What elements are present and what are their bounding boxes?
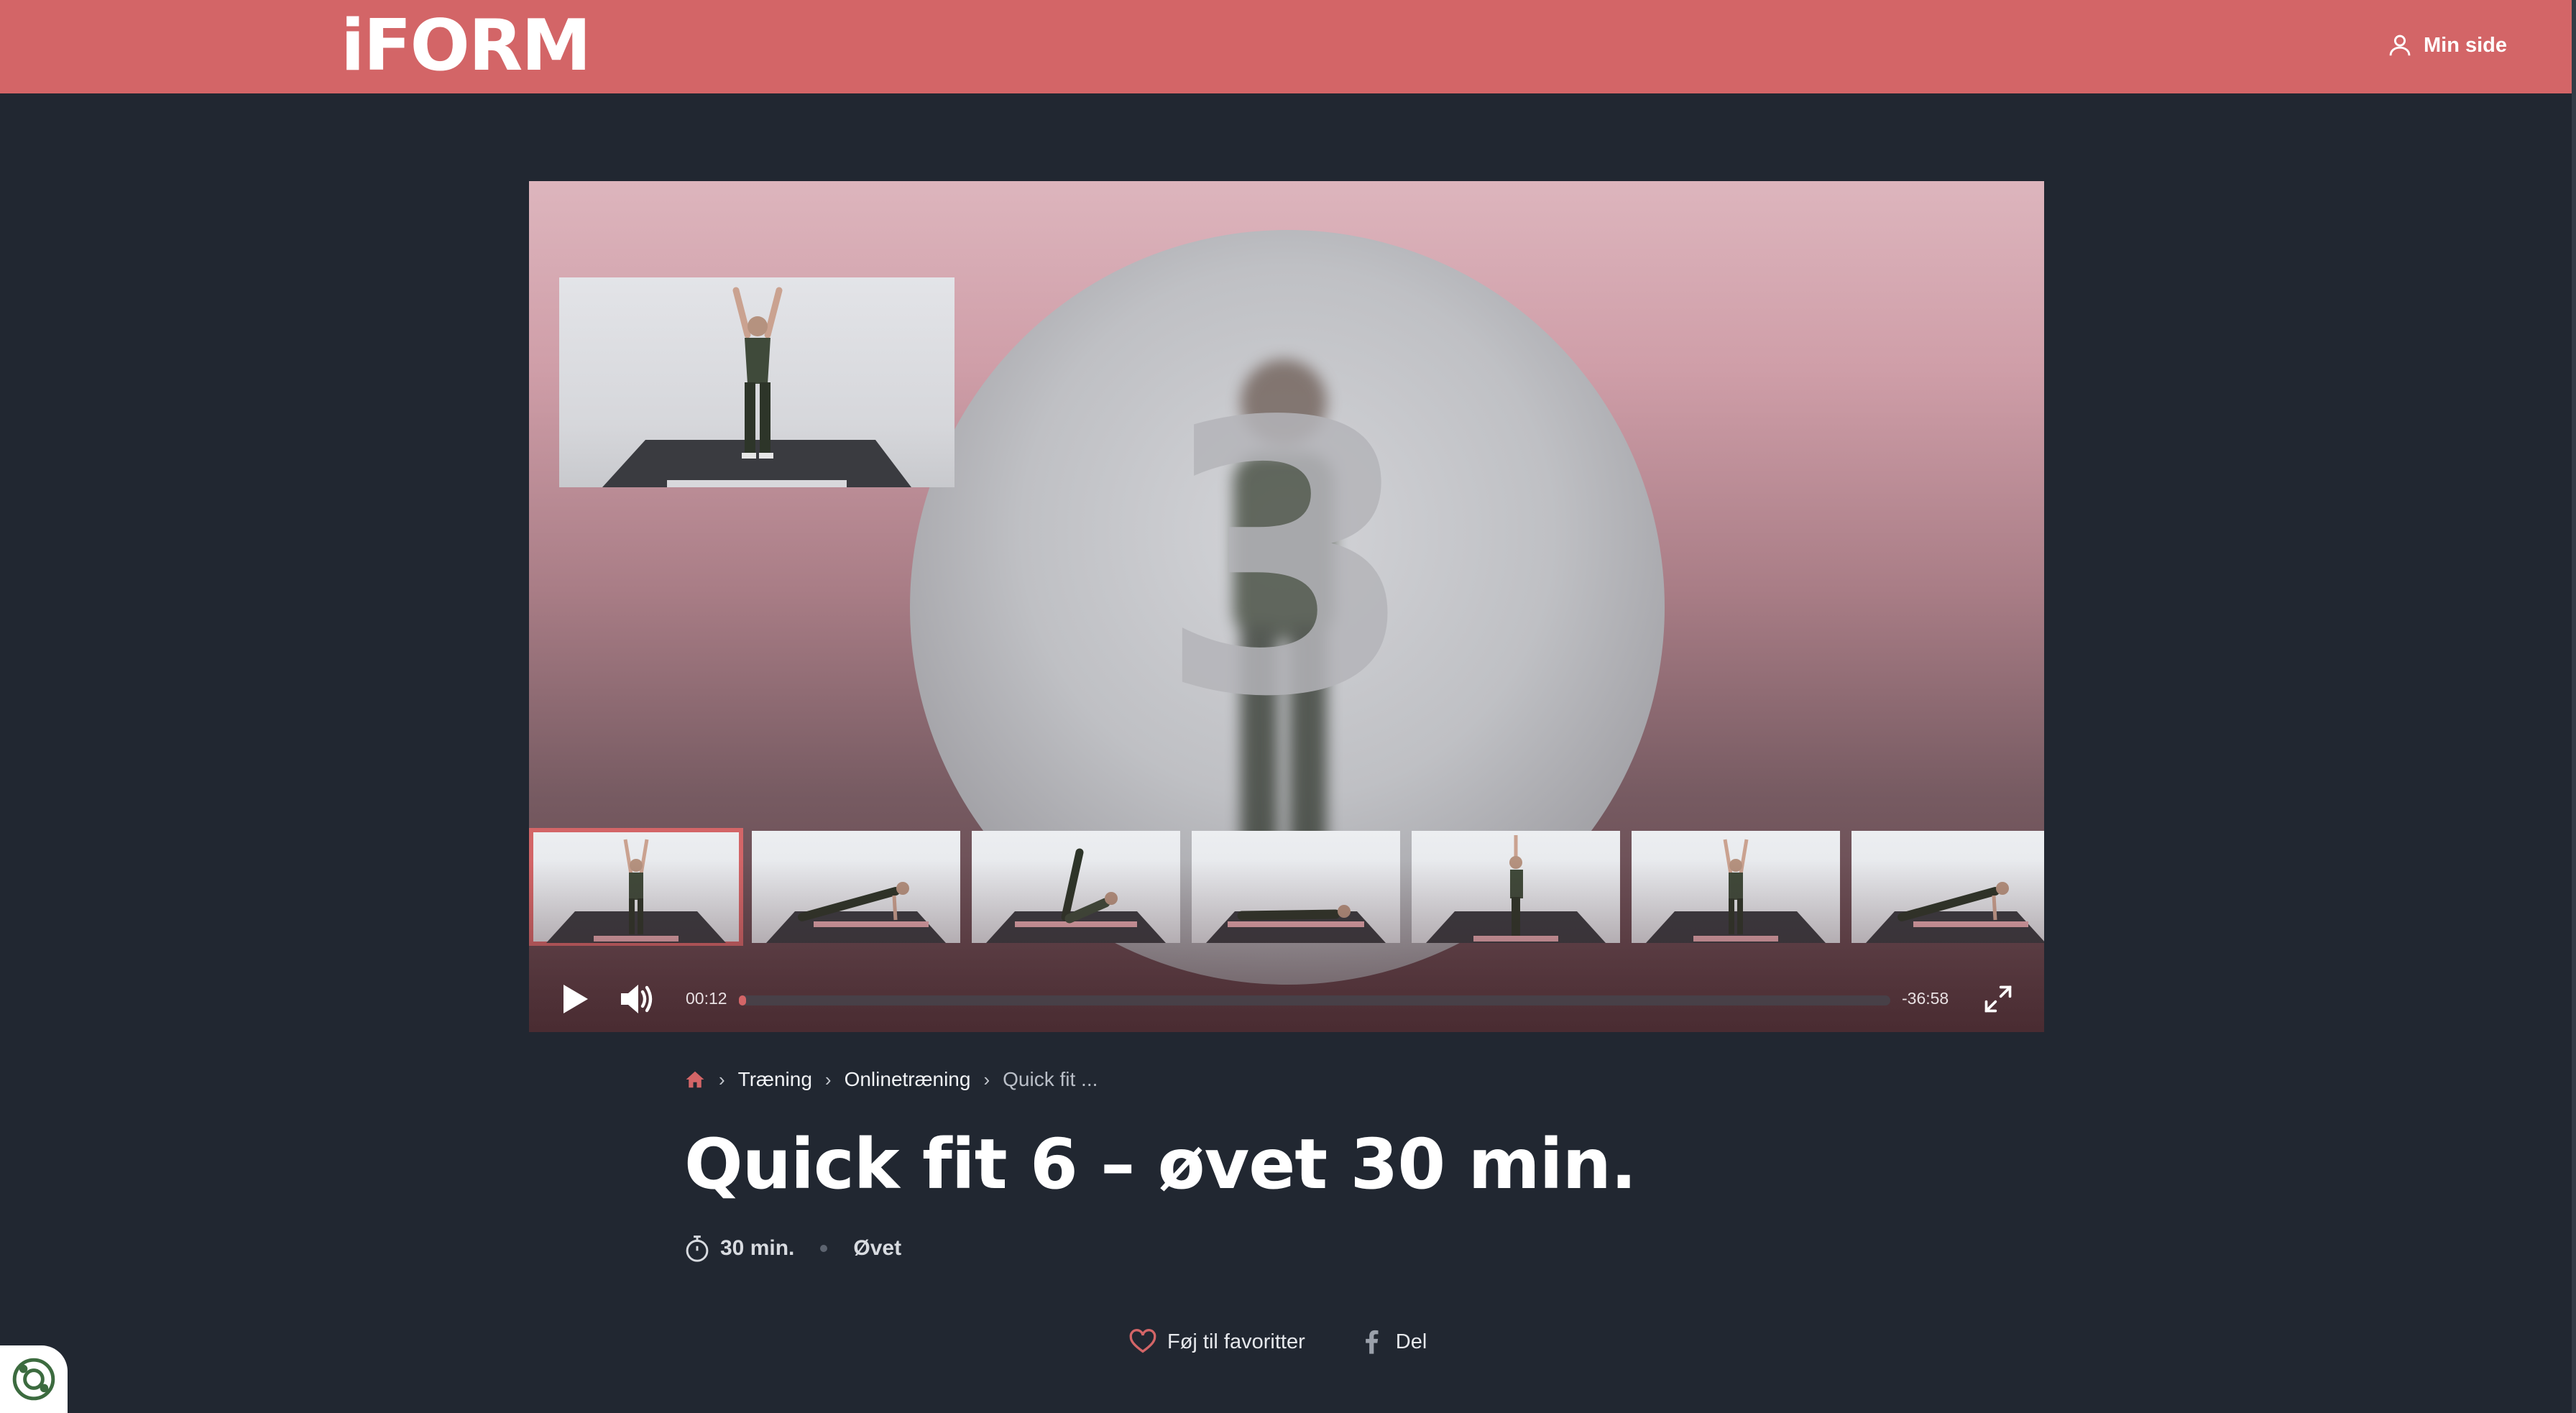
heart-icon [1129,1329,1156,1353]
iform-logo[interactable]: iFORM [341,10,592,82]
thumbnail-5[interactable] [1412,831,1620,943]
user-icon [2389,34,2411,56]
workout-meta: 30 min. Øvet [684,1230,901,1266]
meta-separator-dot [820,1245,828,1252]
play-icon[interactable] [561,983,589,1015]
window-edge [2572,0,2576,1413]
exercise-thumbnails [529,828,2044,949]
site-header: iFORM Min side [0,0,2576,93]
account-link[interactable]: Min side [2386,27,2507,63]
share-button[interactable]: Del [1357,1327,1427,1356]
cookie-icon [12,1358,55,1401]
fullscreen-icon[interactable] [1982,983,2014,1015]
workout-level: Øvet [853,1236,902,1260]
breadcrumb-item-traening[interactable]: Træning [738,1068,812,1091]
breadcrumb-separator: › [824,1068,832,1090]
countdown-number: 3 [1157,343,1417,778]
thumbnail-3[interactable] [972,831,1180,943]
volume-icon[interactable] [618,982,656,1016]
workout-actions: Føj til favoritter Del [1128,1324,1427,1360]
account-label: Min side [2423,33,2507,57]
stopwatch-icon [686,1235,709,1262]
workout-duration: 30 min. [720,1236,795,1260]
favorite-label: Føj til favoritter [1167,1330,1305,1353]
page-title: Quick fit 6 – øvet 30 min. [684,1124,1637,1205]
player-controls: 00:12 -36:58 [529,970,2044,1028]
breadcrumb-separator: › [983,1068,990,1090]
cookie-settings-button[interactable] [0,1345,68,1413]
video-player[interactable]: 3 00:12 -36:58 [529,181,2044,1032]
favorite-button[interactable]: Føj til favoritter [1128,1327,1305,1356]
breadcrumb: › Træning › Onlinetræning › Quick fit ..… [684,1064,1098,1095]
home-icon[interactable] [684,1069,706,1090]
thumbnail-4[interactable] [1192,831,1400,943]
next-exercise-preview [559,277,954,487]
instructor-image [602,287,911,487]
thumbnail-2[interactable] [752,831,960,943]
current-time: 00:12 [686,989,727,1008]
facebook-icon [1365,1330,1379,1354]
thumbnail-7[interactable] [1852,831,2044,943]
progress-bar[interactable] [739,995,1890,1005]
progress-fill [739,995,746,1005]
thumbnail-6[interactable] [1632,831,1840,943]
breadcrumb-item-current: Quick fit ... [1003,1068,1098,1090]
remaining-time: -36:58 [1902,989,1949,1008]
thumbnail-1[interactable] [529,828,743,946]
share-label: Del [1395,1330,1427,1353]
breadcrumb-separator: › [719,1068,725,1090]
breadcrumb-item-onlinetraening[interactable]: Onlinetræning [845,1068,971,1091]
